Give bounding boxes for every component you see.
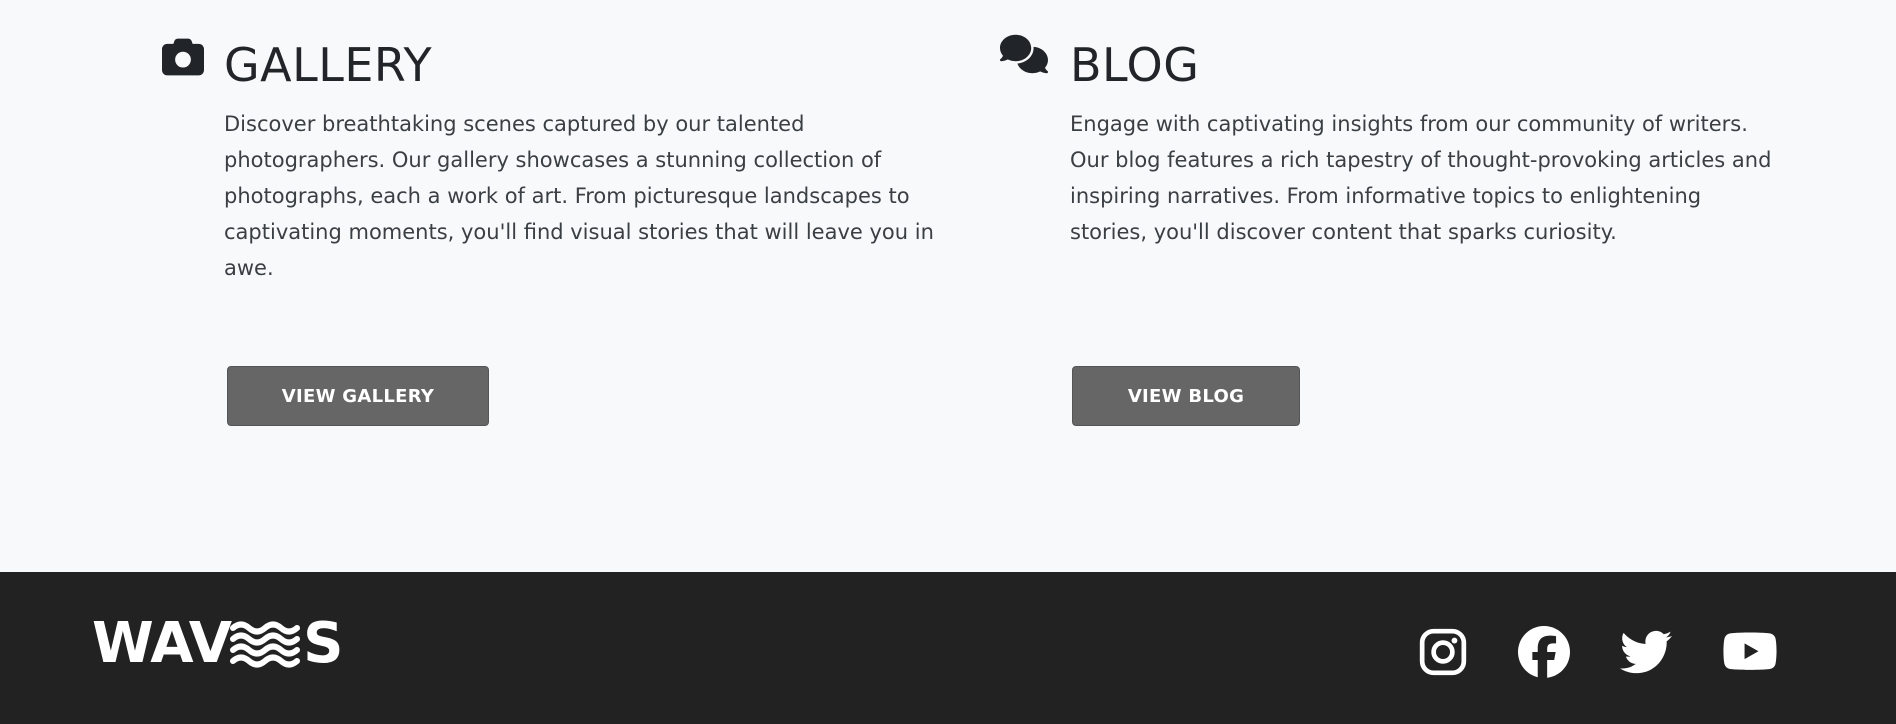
view-gallery-button[interactable]: VIEW GALLERY <box>227 366 489 426</box>
facebook-icon[interactable] <box>1518 626 1570 678</box>
blog-title: BLOG <box>1070 38 1200 92</box>
waves-icon <box>230 621 301 668</box>
blog-description: Engage with captivating insights from ou… <box>1070 112 1772 244</box>
logo-text-end: S <box>303 611 343 676</box>
instagram-icon[interactable] <box>1418 627 1468 677</box>
features-section: GALLERY Discover breathtaking scenes cap… <box>0 0 1896 572</box>
logo-text-start: WAV <box>92 611 232 676</box>
gallery-body: GALLERY Discover breathtaking scenes cap… <box>224 30 944 286</box>
gallery-title: GALLERY <box>224 38 433 92</box>
footer: WAV S <box>0 572 1896 724</box>
view-blog-button[interactable]: VIEW BLOG <box>1072 366 1300 426</box>
youtube-icon[interactable] <box>1722 631 1778 673</box>
camera-icon <box>162 38 204 76</box>
gallery-description: Discover breathtaking scenes captured by… <box>224 112 934 280</box>
twitter-icon[interactable] <box>1620 630 1672 674</box>
comments-icon <box>1000 34 1048 74</box>
blog-body: BLOG Engage with captivating insights fr… <box>1070 30 1780 250</box>
waves-logo[interactable]: WAV S <box>92 611 343 676</box>
